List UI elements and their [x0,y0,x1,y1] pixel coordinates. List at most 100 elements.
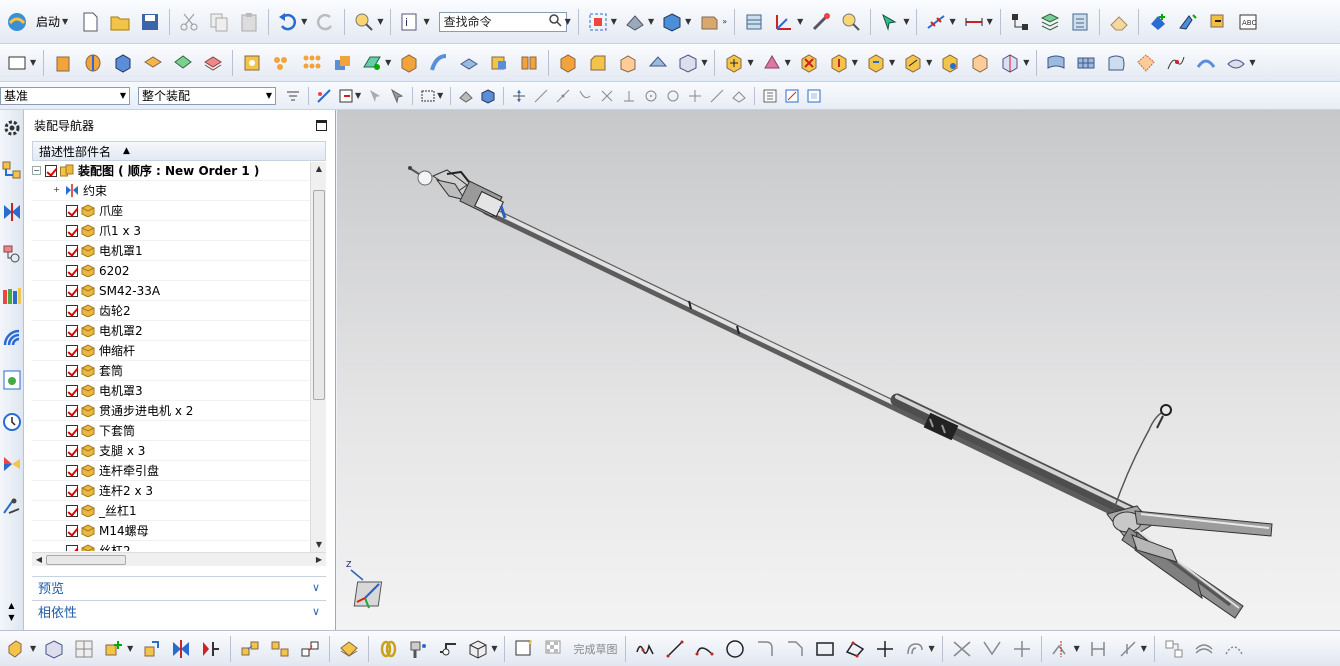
cut-icon[interactable] [177,10,201,34]
snap-arc-center-icon[interactable] [642,87,660,105]
redo-icon[interactable] [313,10,337,34]
component-row[interactable]: 丝杠2 [32,541,312,551]
component-row[interactable]: 6202 [32,261,312,281]
component-row[interactable]: 连杆牵引盘 [32,461,312,481]
resource-bar-scroll[interactable]: ▲ ▼ [8,600,14,624]
rectangle-select-icon[interactable] [419,87,437,105]
collapse-icon[interactable]: − [32,166,41,175]
component-row[interactable]: 下套筒 [32,421,312,441]
snap-endpoint-icon[interactable] [510,87,528,105]
wcs-display-icon[interactable] [742,10,766,34]
linked-face-icon[interactable] [938,51,962,75]
n-sided-surface-icon[interactable] [1134,51,1158,75]
chevron-down-icon[interactable]: ▼ [437,91,443,100]
finish-sketch-flag-icon[interactable] [542,637,566,661]
component-visibility-checkbox[interactable] [66,364,78,377]
select-tool-icon[interactable] [366,87,384,105]
sketch-icon[interactable] [512,637,536,661]
chevron-down-icon[interactable]: ▼ [611,17,617,26]
component-row[interactable]: 爪1 x 3 [32,221,312,241]
search-icon[interactable] [548,13,562,30]
copy-icon[interactable] [207,10,231,34]
system-materials-icon[interactable] [0,452,24,476]
render-style-icon[interactable] [623,10,647,34]
view-triad[interactable]: Z [346,560,383,609]
view-frame-icon[interactable] [805,87,823,105]
profile-curve-icon[interactable] [633,637,657,661]
new-file-icon[interactable] [78,10,102,34]
shell-icon[interactable] [397,51,421,75]
chevron-down-icon[interactable]: ▼ [701,58,707,67]
ruled-surface-icon[interactable] [1224,51,1248,75]
component-row[interactable]: 连杆2 x 3 [32,481,312,501]
chevron-down-icon[interactable]: ▼ [889,58,895,67]
assembly-sequence-icon[interactable] [268,637,292,661]
quick-extend-icon[interactable] [980,637,1004,661]
mechatronics-icon[interactable] [466,637,490,661]
toolbar-overflow-icon[interactable]: » [722,17,727,26]
wcs-orient-icon[interactable] [772,10,796,34]
assembly-model-view[interactable]: Z [337,110,1340,630]
assembly-tool-icon[interactable] [5,637,29,661]
component-visibility-checkbox[interactable] [66,324,78,337]
sweep-icon[interactable] [427,51,451,75]
roles-icon[interactable] [0,494,24,518]
navigator-horizontal-scrollbar[interactable]: ◀ ▶ [32,552,326,566]
spray-tool-icon[interactable] [406,637,430,661]
routing-icon[interactable] [436,637,460,661]
component-visibility-checkbox[interactable] [66,484,78,497]
preview-section-header[interactable]: 预览 ∨ [32,576,326,598]
component-row[interactable]: _丝杠1 [32,501,312,521]
extrude-icon[interactable] [51,51,75,75]
component-visibility-checkbox[interactable] [66,444,78,457]
unite-icon[interactable] [330,51,354,75]
rectangle-icon[interactable] [813,637,837,661]
line-icon[interactable] [663,637,687,661]
undo-icon[interactable] [276,10,300,34]
boss-icon[interactable] [201,51,225,75]
datum-plane-icon[interactable] [360,51,384,75]
extension-surface-icon[interactable] [1194,51,1218,75]
chevron-down-icon[interactable]: ▼ [949,17,955,26]
circle-icon[interactable] [723,637,747,661]
snap-quadrant-icon[interactable] [664,87,682,105]
revolve-icon[interactable] [81,51,105,75]
snap-curve-icon[interactable] [576,87,594,105]
chevron-down-icon[interactable]: ▼ [565,17,571,26]
component-visibility-checkbox[interactable] [66,464,78,477]
studio-surface-icon[interactable] [1104,51,1128,75]
edge-blend-icon[interactable] [556,51,580,75]
orient-view-icon[interactable] [660,10,684,34]
telescopic-rod[interactable] [482,205,1144,527]
selection-scope-select[interactable]: 整个装配 ▼ [138,86,276,105]
gripper-head[interactable] [408,166,507,219]
history-icon[interactable] [0,368,24,392]
information-icon[interactable]: i [398,10,422,34]
chevron-down-icon[interactable]: ▼ [423,17,429,26]
scroll-down-icon[interactable]: ▼ [311,538,327,552]
component-row[interactable]: 贯通步进电机 x 2 [32,401,312,421]
chevron-down-icon[interactable]: ▼ [30,58,36,67]
mirror-curve-icon[interactable] [1049,637,1073,661]
chevron-down-icon[interactable]: ▼ [1249,58,1255,67]
chevron-down-icon[interactable]: ▼ [491,644,497,653]
assembly-constraints-icon[interactable] [1008,10,1032,34]
show-constraints-icon[interactable] [1162,637,1186,661]
chevron-down-icon[interactable]: ▼ [785,58,791,67]
constraint-navigator-icon[interactable] [0,200,24,224]
component-visibility-checkbox[interactable] [66,544,78,551]
layer-settings-icon[interactable] [697,10,721,34]
filter-settings-icon[interactable] [284,87,302,105]
component-visibility-checkbox[interactable] [66,384,78,397]
component-visibility-checkbox[interactable] [66,344,78,357]
part-list-icon[interactable] [1068,10,1092,34]
select-feature-icon[interactable] [337,87,355,105]
surface-mesh-icon[interactable] [1074,51,1098,75]
add-component-icon[interactable] [1146,10,1170,34]
chevron-down-icon[interactable]: ▼ [797,17,803,26]
chevron-down-icon[interactable]: ▼ [852,58,858,67]
sort-ascending-icon[interactable]: ▲ [123,146,130,156]
chevron-down-icon[interactable]: ▼ [747,58,753,67]
vertical-scroll-thumb[interactable] [313,190,325,400]
tree-constraints-node[interactable]: + 约束 [32,181,312,201]
